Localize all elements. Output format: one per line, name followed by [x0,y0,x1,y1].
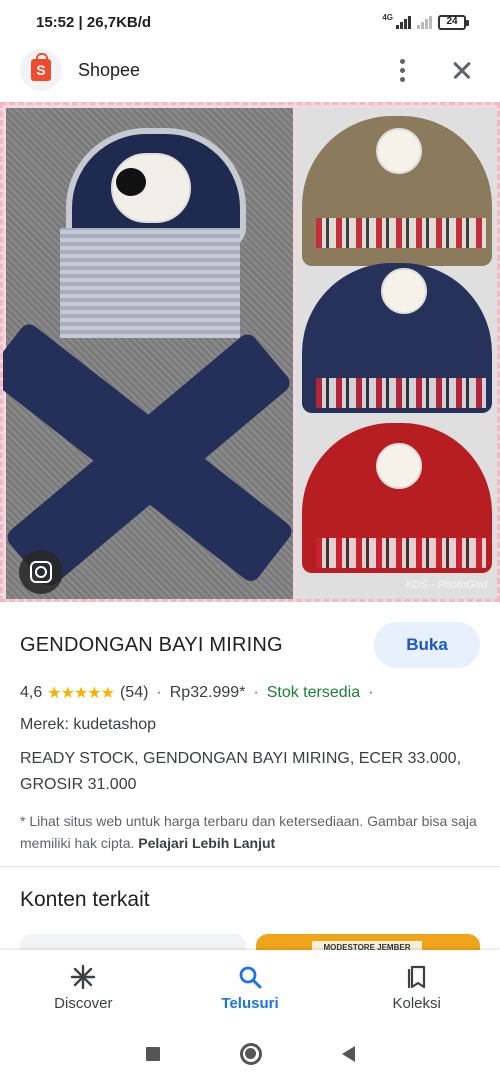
nav-label: Telusuri [221,994,279,1012]
stock-status: Stok tersedia [266,684,361,701]
nav-label: Discover [54,994,113,1012]
nav-label: Koleksi [392,994,441,1012]
bear-toy [376,443,422,489]
status-bar: 15:52 | 26,7KB/d 4G 24 [0,0,500,44]
more-options-icon[interactable] [384,52,420,88]
bunny-toy [376,128,422,174]
nav-search[interactable]: Telusuri [167,950,334,1024]
price: Rp32.999* [169,684,246,701]
app-header: S Shopee [0,44,500,96]
carrier-body [60,228,240,338]
plaid-trim [316,538,486,568]
separator-dot: · [368,684,374,701]
site-name: Shopee [78,59,141,80]
close-icon[interactable] [444,52,480,88]
disclaimer: * Lihat situs web untuk harga terbaru da… [20,810,480,854]
open-button[interactable]: Buka [374,622,480,668]
separator-dot: · [156,684,162,701]
product-title: GENDONGAN BAYI MIRING [20,633,283,656]
signal-secondary-icon [417,15,432,29]
recent-apps-icon[interactable] [145,1046,160,1061]
battery-icon: 24 [438,14,469,30]
asterisk-icon [69,963,97,991]
home-icon[interactable] [239,1042,262,1065]
status-time: 15:52 | 26,7KB/d [36,13,152,31]
nav-collections[interactable]: Koleksi [333,950,500,1024]
image-watermark: KDS - PhotoGrid [405,579,487,591]
separator-dot: · [253,684,259,701]
star-rating-icon: ★★★★★ [47,685,115,702]
system-navigation-bar [0,1024,500,1083]
search-icon [236,963,264,991]
status-icons: 4G 24 [382,12,469,30]
related-content-title: Konten terkait [20,888,150,911]
rating-value: 4,6 [20,684,43,701]
collections-icon [403,963,431,991]
plaid-trim [316,378,486,408]
network-type-label: 4G [382,12,393,22]
product-photo-right: KDS - PhotoGrid [296,108,497,599]
lens-icon [30,561,52,583]
learn-more-link[interactable]: Pelajari Lebih Lanjut [138,835,275,851]
brand: Merek: kudetashop [20,716,157,733]
signal-icon [396,15,411,29]
product-photo-left [3,108,296,599]
shopee-logo-icon: S [31,53,51,81]
title-row: GENDONGAN BAYI MIRING Buka [20,620,480,670]
bottom-navigation: Discover Telusuri Koleksi [0,950,500,1024]
review-count: (54) [119,684,149,701]
product-image[interactable]: KDS - PhotoGrid [0,102,500,602]
rating-row: 4,6 ★★★★★ (54) · Rp32.999* · Stok tersed… [20,683,480,703]
nav-discover[interactable]: Discover [0,950,167,1024]
bunny-toy [381,268,427,314]
favicon-letter: S [36,62,46,78]
back-icon[interactable] [341,1045,355,1062]
plaid-trim [316,218,486,248]
product-info: GENDONGAN BAYI MIRING Buka 4,6 ★★★★★ (54… [20,620,480,854]
cow-toy-spot [116,168,146,196]
product-description: READY STOCK, GENDONGAN BAYI MIRING, ECER… [20,750,462,793]
google-lens-button[interactable] [19,550,63,594]
site-favicon[interactable]: S [20,49,62,91]
section-divider [0,866,500,867]
